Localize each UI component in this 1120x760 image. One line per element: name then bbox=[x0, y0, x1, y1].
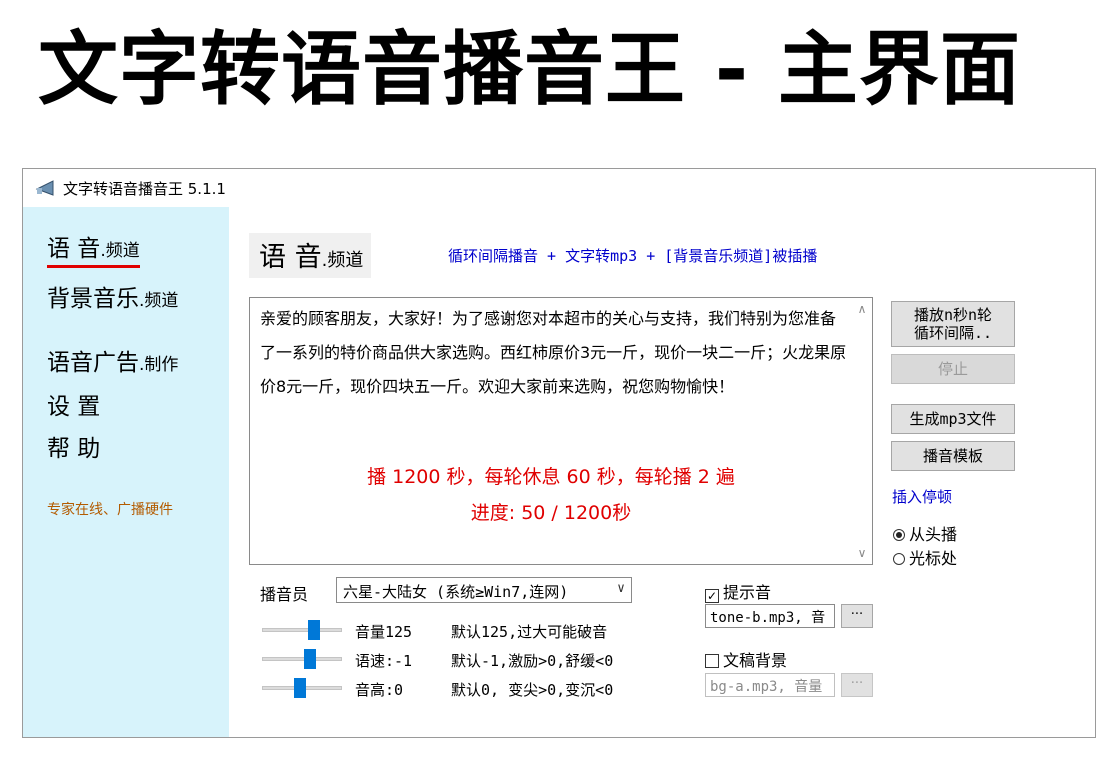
sidebar-item-sublabel: .频道 bbox=[100, 241, 140, 261]
editor-text[interactable]: 亲爱的顾客朋友，大家好！为了感谢您对本超市的关心与支持，我们特别为您准备了一系列… bbox=[260, 302, 850, 404]
prompt-tone-input[interactable]: tone-b.mp3, 音 bbox=[705, 604, 835, 628]
window-title: 文字转语音播音王 5.1.1 bbox=[63, 180, 226, 198]
page-title-sub: .频道 bbox=[321, 250, 364, 271]
generate-mp3-button[interactable]: 生成mp3文件 bbox=[891, 404, 1015, 434]
pitch-hint: 默认0, 变尖>0,变沉<0 bbox=[451, 681, 614, 699]
voice-select[interactable]: 六星-大陆女 (系统≥Win7,连网) ∨ bbox=[336, 577, 632, 603]
radio-unchecked-icon bbox=[893, 553, 905, 565]
radio-checked-icon bbox=[893, 529, 905, 541]
sidebar-item-label: 语音广告 bbox=[47, 350, 139, 376]
rate-label: 语速:-1 bbox=[355, 652, 413, 670]
rate-hint: 默认-1,激励>0,舒缓<0 bbox=[451, 652, 614, 670]
slider-thumb[interactable] bbox=[294, 678, 306, 698]
volume-label: 音量125 bbox=[355, 623, 413, 641]
pitch-label: 音高:0 bbox=[355, 681, 404, 699]
page-title: 语 音.频道 bbox=[249, 233, 372, 278]
checkbox-label: 文稿背景 bbox=[723, 651, 788, 670]
stop-button[interactable]: 停止 bbox=[891, 354, 1015, 384]
scroll-down-icon[interactable]: ∨ bbox=[852, 546, 872, 560]
sidebar-item-label: 背景音乐 bbox=[47, 286, 139, 312]
slider-thumb[interactable] bbox=[304, 649, 316, 669]
sidebar-item-label: 语 音 bbox=[47, 236, 101, 262]
title-bar: 文字转语音播音王 5.1.1 bbox=[23, 169, 1095, 207]
sidebar-item-label: 帮 助 bbox=[47, 436, 101, 462]
slider-track bbox=[262, 657, 342, 661]
sidebar: 语 音.频道 背景音乐.频道 语音广告.制作 设 置 帮 助 专家在线、广播硬件 bbox=[23, 207, 229, 737]
prompt-tone-checkbox[interactable]: ✓ 提示音 bbox=[705, 579, 771, 603]
app-window: 文字转语音播音王 5.1.1 语 音.频道 背景音乐.频道 语音广告.制作 设 … bbox=[22, 168, 1096, 738]
sidebar-item-voice-channel[interactable]: 语 音.频道 bbox=[47, 229, 140, 268]
volume-slider[interactable] bbox=[262, 620, 342, 640]
page-title-main: 语 音 bbox=[259, 242, 322, 273]
broadcast-template-button[interactable]: 播音模板 bbox=[891, 441, 1015, 471]
prompt-tone-browse-button[interactable]: ··· bbox=[841, 604, 873, 628]
progress-text: 进度: 50 / 1200秒 bbox=[470, 502, 632, 524]
background-doc-input[interactable]: bg-a.mp3, 音量 bbox=[705, 673, 835, 697]
voice-label: 播音员 bbox=[260, 585, 309, 604]
rate-slider[interactable] bbox=[262, 649, 342, 669]
banner-title: 文字转语音播音王 - 主界面 bbox=[38, 23, 1021, 116]
chevron-down-icon: ∨ bbox=[617, 581, 625, 596]
radio-label: 光标处 bbox=[909, 549, 958, 568]
slider-thumb[interactable] bbox=[308, 620, 320, 640]
sidebar-item-settings[interactable]: 设 置 bbox=[47, 387, 100, 421]
checkbox-label: 提示音 bbox=[723, 583, 772, 602]
text-editor[interactable]: 亲爱的顾客朋友，大家好！为了感谢您对本超市的关心与支持，我们特别为您准备了一系列… bbox=[249, 297, 873, 565]
play-info: 播 1200 秒，每轮休息 60 秒，每轮播 2 遍 bbox=[367, 466, 735, 488]
play-loop-button[interactable]: 播放n秒n轮 循环间隔.. bbox=[891, 301, 1015, 347]
sidebar-item-sublabel: .制作 bbox=[139, 355, 179, 375]
sidebar-item-label: 设 置 bbox=[47, 394, 101, 420]
slider-track bbox=[262, 628, 342, 632]
volume-hint: 默认125,过大可能破音 bbox=[451, 623, 608, 641]
sidebar-item-voice-ad[interactable]: 语音广告.制作 bbox=[47, 343, 178, 377]
radio-from-start[interactable]: 从头播 bbox=[893, 521, 957, 545]
feature-description: 循环间隔播音 + 文字转mp3 + [背景音乐频道]被插播 bbox=[448, 247, 818, 265]
vertical-scrollbar[interactable]: ∧ ∨ bbox=[852, 298, 872, 564]
pitch-slider[interactable] bbox=[262, 678, 342, 698]
sidebar-item-bgm-channel[interactable]: 背景音乐.频道 bbox=[47, 279, 178, 313]
help-subtitle[interactable]: 专家在线、广播硬件 bbox=[47, 499, 173, 519]
scroll-up-icon[interactable]: ∧ bbox=[852, 302, 872, 316]
radio-cursor-position[interactable]: 光标处 bbox=[893, 545, 957, 569]
voice-select-value: 六星-大陆女 (系统≥Win7,连网) bbox=[343, 583, 569, 601]
main-panel: 语 音.频道 循环间隔播音 + 文字转mp3 + [背景音乐频道]被插播 亲爱的… bbox=[229, 207, 1095, 737]
checkbox-checked-icon: ✓ bbox=[705, 589, 719, 603]
background-doc-checkbox[interactable]: 文稿背景 bbox=[705, 647, 787, 671]
radio-label: 从头播 bbox=[909, 525, 958, 544]
background-doc-browse-button[interactable]: ··· bbox=[841, 673, 873, 697]
checkbox-unchecked-icon bbox=[705, 654, 719, 668]
insert-pause-link[interactable]: 插入停顿 bbox=[892, 486, 952, 507]
speaker-icon bbox=[35, 180, 54, 196]
sidebar-item-help[interactable]: 帮 助 bbox=[47, 429, 100, 463]
sidebar-item-sublabel: .频道 bbox=[139, 291, 179, 311]
